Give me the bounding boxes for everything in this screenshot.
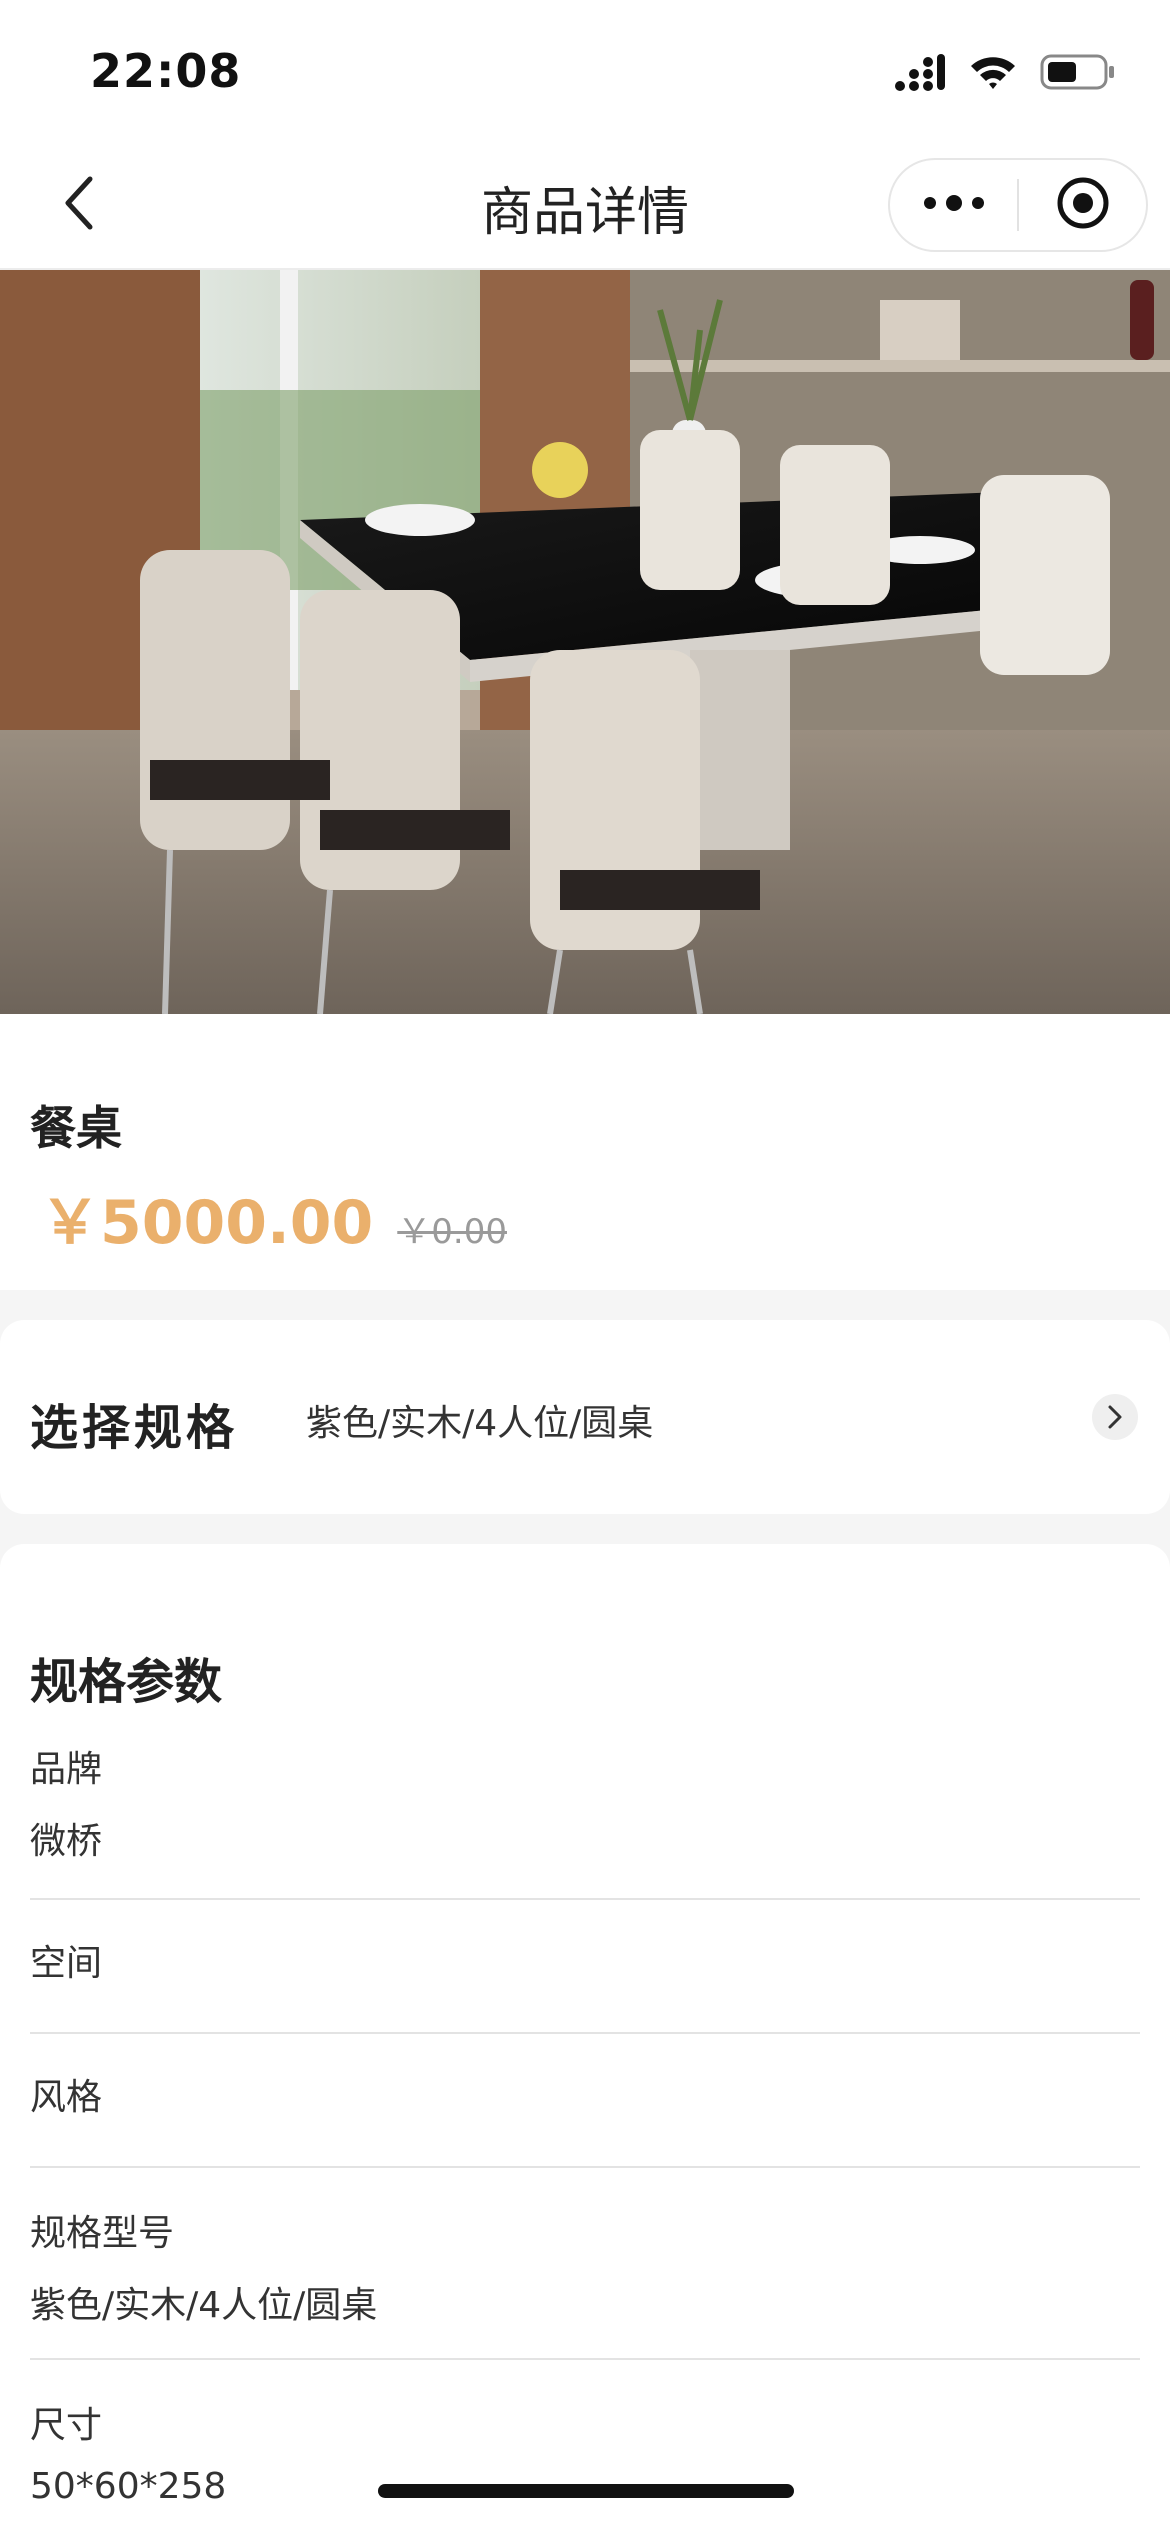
- product-name: 餐桌: [30, 1101, 122, 1155]
- spec-select-value: 紫色/实木/4人位/圆桌: [306, 1403, 654, 1444]
- param-value-model: 紫色/实木/4人位/圆桌: [30, 2285, 378, 2326]
- home-indicator: [378, 2484, 794, 2498]
- product-info: 餐桌 ￥5000.00 ￥0.00: [0, 1014, 1170, 1290]
- param-divider: [30, 1898, 1140, 1900]
- current-price: ￥5000.00: [40, 1188, 374, 1258]
- spec-select-row[interactable]: 选择规格 紫色/实木/4人位/圆桌: [0, 1320, 1170, 1514]
- chevron-right-icon: [1092, 1394, 1138, 1440]
- status-time: 22:08: [90, 44, 242, 98]
- param-divider: [30, 2166, 1140, 2168]
- params-title: 规格参数: [30, 1654, 223, 1710]
- param-divider: [30, 2032, 1140, 2034]
- param-label-size: 尺寸: [30, 2405, 103, 2446]
- spec-params-section: 规格参数 品牌 微桥 空间 风格 规格型号 紫色/实木/4人位/圆桌 尺寸 50…: [0, 1544, 1170, 2544]
- param-value-brand: 微桥: [30, 1821, 103, 1862]
- product-image: [0, 270, 1170, 1014]
- spec-select-label: 选择规格: [30, 1400, 239, 1456]
- more-dots-icon: [922, 193, 986, 217]
- more-menu-button[interactable]: [890, 160, 1017, 250]
- mini-program-capsule: [888, 158, 1148, 252]
- wifi-icon: [968, 53, 1018, 95]
- close-mini-program-button[interactable]: [1019, 160, 1146, 250]
- status-bar: 22:08: [0, 0, 1170, 140]
- price-row: ￥5000.00 ￥0.00: [40, 1174, 507, 1261]
- signal-icon: [894, 52, 946, 96]
- param-label-brand: 品牌: [30, 1749, 103, 1790]
- status-icons: [894, 52, 1116, 96]
- param-label-style: 风格: [30, 2077, 103, 2118]
- param-label-model: 规格型号: [30, 2213, 175, 2254]
- battery-icon: [1040, 53, 1116, 95]
- original-price: ￥0.00: [397, 1212, 507, 1252]
- target-circle-icon: [1055, 175, 1111, 235]
- nav-bar: 商品详情: [0, 140, 1170, 270]
- param-divider: [30, 2358, 1140, 2360]
- param-value-size: 50*60*258: [30, 2466, 227, 2507]
- param-label-space: 空间: [30, 1943, 103, 1984]
